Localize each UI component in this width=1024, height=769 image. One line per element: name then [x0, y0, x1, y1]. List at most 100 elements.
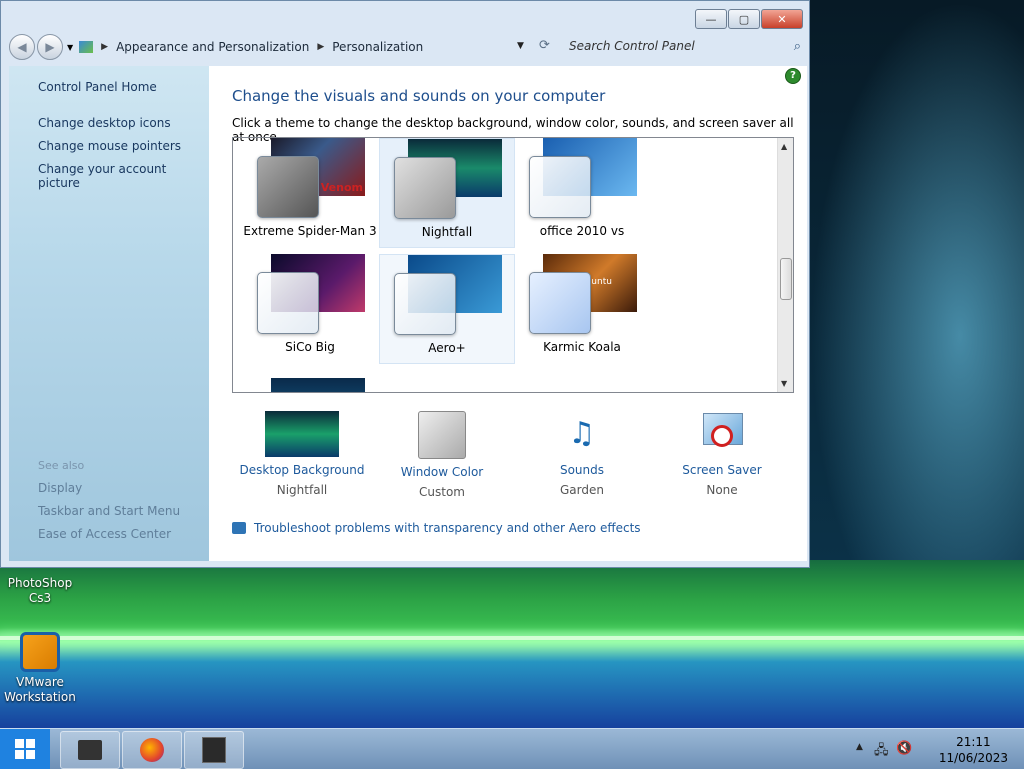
troubleshoot-icon	[232, 522, 246, 534]
theme-item-aero-plus[interactable]: Aero+	[379, 254, 515, 364]
back-arrow-icon: ◀	[17, 40, 27, 54]
recent-pages-dropdown-icon[interactable]: ▼	[67, 43, 73, 52]
window-color-value: Custom	[419, 485, 465, 499]
refresh-icon[interactable]: ⟳	[539, 38, 550, 53]
minimize-button[interactable]: —	[695, 9, 727, 29]
search-placeholder: Search Control Panel	[569, 39, 695, 53]
theme-item-extreme-spider-man-3[interactable]: Venom Extreme Spider-Man 3	[243, 138, 377, 246]
file-manager-icon	[78, 740, 102, 760]
theme-list-scrollbar[interactable]: ▲ ▼	[777, 138, 793, 392]
desktop-icon-label: PhotoShop Cs3	[7, 576, 73, 605]
window-color-setting[interactable]: Window Color Custom	[372, 411, 512, 499]
clock[interactable]: 21:11 11/06/2023	[939, 734, 1008, 766]
chevron-right-icon[interactable]: ▶	[101, 42, 108, 52]
theme-settings: Desktop Background Nightfall Window Colo…	[232, 411, 792, 511]
taskbar-item-control-panel[interactable]	[184, 731, 244, 769]
forward-button[interactable]: ▶	[37, 34, 63, 60]
desktop-background-setting[interactable]: Desktop Background Nightfall	[232, 411, 372, 497]
taskbar: ▲ 🖧 🔇 21:11 11/06/2023	[0, 728, 1024, 769]
venom-text: Venom	[320, 181, 363, 194]
screen-saver-setting[interactable]: Screen Saver None	[652, 411, 792, 497]
start-button[interactable]	[0, 729, 50, 769]
breadcrumb-item-appearance[interactable]: Appearance and Personalization	[116, 40, 309, 54]
breadcrumb-item-personalization[interactable]: Personalization	[332, 40, 423, 54]
breadcrumb: ▶ Appearance and Personalization ▶ Perso…	[79, 40, 423, 54]
sidebar: Control Panel Home Change desktop icons …	[9, 66, 209, 561]
desktop-icon-vmware[interactable]: VMware Workstation	[0, 632, 80, 705]
vmware-icon	[20, 632, 60, 672]
theme-item-partial[interactable]	[243, 378, 377, 392]
title-bar[interactable]: — ▢ ✕	[1, 1, 809, 31]
see-also-ease-of-access[interactable]: Ease of Access Center	[38, 527, 171, 541]
sounds-setting[interactable]: ♫ Sounds Garden	[512, 411, 652, 497]
screen-saver-value: None	[706, 483, 738, 497]
forward-arrow-icon: ▶	[45, 40, 55, 54]
windows-logo-icon	[15, 739, 35, 759]
firefox-icon	[140, 738, 164, 762]
control-panel-icon[interactable]	[79, 41, 94, 53]
volume-muted-icon[interactable]: 🔇	[896, 741, 912, 756]
see-also-display[interactable]: Display	[38, 481, 82, 495]
back-button[interactable]: ◀	[9, 34, 35, 60]
desktop-background-link[interactable]: Desktop Background	[232, 463, 372, 477]
sounds-value: Garden	[560, 483, 604, 497]
theme-color-swatch	[257, 156, 319, 218]
theme-color-swatch	[394, 157, 456, 219]
sidebar-item-mouse-pointers[interactable]: Change mouse pointers	[38, 139, 181, 153]
network-icon[interactable]: 🖧	[874, 741, 889, 763]
close-button[interactable]: ✕	[761, 9, 803, 29]
sounds-link[interactable]: Sounds	[512, 463, 652, 477]
theme-color-swatch	[257, 272, 319, 334]
desktop-icon-label: VMware Workstation	[4, 675, 76, 704]
theme-name: SiCo Big	[285, 340, 335, 354]
theme-name: Nightfall	[421, 225, 473, 239]
troubleshoot-text[interactable]: Troubleshoot problems with transparency …	[254, 521, 641, 535]
theme-item-office-2010-vs[interactable]: office 2010 vs	[515, 138, 649, 246]
see-also-label: See also	[38, 459, 85, 472]
theme-item-sico-big[interactable]: SiCo Big	[243, 254, 377, 362]
screen-saver-link[interactable]: Screen Saver	[652, 463, 792, 477]
system-tray: ▲ 🖧 🔇 21:11 11/06/2023	[856, 729, 1024, 769]
theme-color-swatch	[394, 273, 456, 335]
app-icon	[202, 737, 226, 763]
sidebar-item-control-panel-home[interactable]: Control Panel Home	[38, 80, 157, 94]
search-icon[interactable]: ⌕	[794, 39, 801, 54]
theme-name: Aero+	[428, 341, 466, 355]
theme-item-karmic-koala[interactable]: Ubuntu Karmic Koala	[515, 254, 649, 362]
chevron-right-icon[interactable]: ▶	[317, 42, 324, 52]
troubleshoot-link[interactable]: Troubleshoot problems with transparency …	[232, 521, 641, 535]
theme-color-swatch	[529, 156, 591, 218]
address-bar: ◀ ▶ ▼ ▶ Appearance and Personalization ▶…	[9, 33, 801, 61]
help-icon[interactable]: ?	[785, 68, 801, 84]
scroll-down-icon[interactable]: ▼	[781, 379, 787, 388]
theme-list: Venom Extreme Spider-Man 3 Nightfall off…	[232, 137, 794, 393]
show-hidden-icons[interactable]: ▲	[856, 742, 863, 752]
desktop-icon-photoshop[interactable]: PhotoShop Cs3	[0, 576, 80, 606]
theme-color-swatch	[529, 272, 591, 334]
theme-name: Karmic Koala	[543, 340, 621, 354]
taskbar-item-firefox[interactable]	[122, 731, 182, 769]
taskbar-item-explorer[interactable]	[60, 731, 120, 769]
desktop-background-value: Nightfall	[276, 483, 328, 497]
theme-background-thumbnail	[271, 378, 365, 392]
clock-date: 11/06/2023	[938, 751, 1008, 765]
window-color-icon	[418, 411, 466, 459]
maximize-button[interactable]: ▢	[728, 9, 760, 29]
main-content: ? Change the visuals and sounds on your …	[209, 66, 807, 561]
address-dropdown-icon[interactable]: ▼	[517, 41, 524, 51]
theme-item-nightfall[interactable]: Nightfall	[379, 138, 515, 248]
desktop-background-icon	[265, 411, 339, 457]
sidebar-item-account-picture[interactable]: Change your account picture	[38, 162, 209, 190]
window-color-link[interactable]: Window Color	[372, 465, 512, 479]
screen-saver-icon	[699, 411, 745, 457]
see-also-taskbar[interactable]: Taskbar and Start Menu	[38, 504, 180, 518]
personalization-window: — ▢ ✕ ◀ ▶ ▼ ▶ Appearance and Personaliza…	[0, 0, 810, 568]
scroll-thumb[interactable]	[780, 258, 792, 300]
clock-time: 21:11	[956, 735, 991, 749]
search-input[interactable]: Search Control Panel ⌕	[565, 33, 801, 59]
page-title: Change the visuals and sounds on your co…	[232, 87, 606, 105]
theme-name: Extreme Spider-Man 3	[243, 224, 377, 238]
sidebar-item-desktop-icons[interactable]: Change desktop icons	[38, 116, 171, 130]
scroll-up-icon[interactable]: ▲	[781, 142, 787, 151]
sounds-icon: ♫	[568, 416, 596, 451]
